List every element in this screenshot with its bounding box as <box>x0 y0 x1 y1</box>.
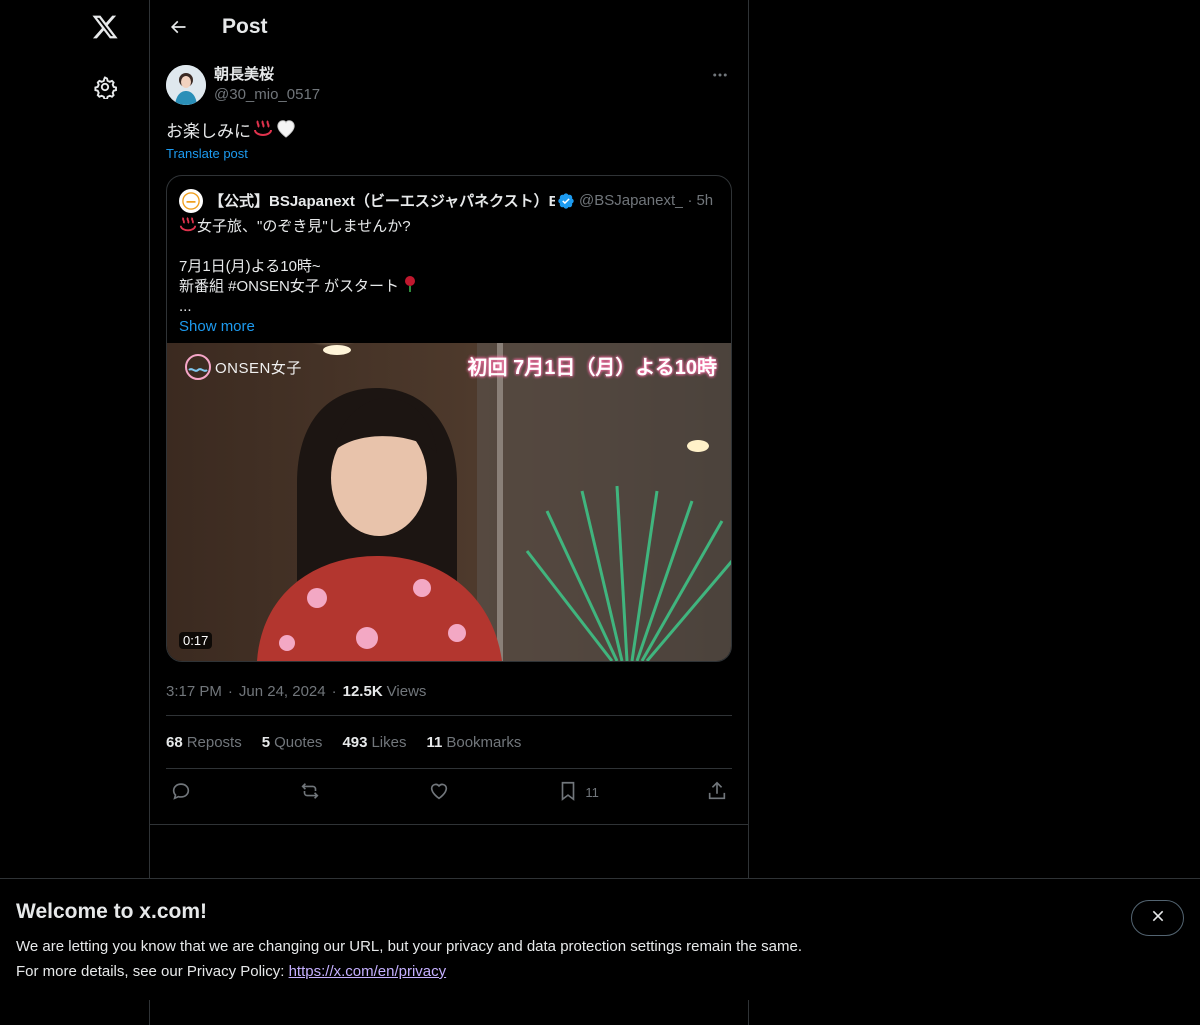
reposts-stat[interactable]: 68 Reposts <box>166 734 242 751</box>
video-duration: 0:17 <box>179 632 213 649</box>
privacy-policy-link[interactable]: https://x.com/en/privacy <box>289 963 447 980</box>
quoted-author-handle[interactable]: @BSJapanext_ <box>579 192 683 209</box>
reposts-count: 68 <box>166 733 183 751</box>
bookmark-button[interactable]: 11 <box>557 780 599 805</box>
close-banner-button[interactable] <box>1131 900 1184 936</box>
onsen-logo-text: ONSEN女子 <box>215 359 302 377</box>
author-name[interactable]: 朝長美桜 <box>214 65 320 85</box>
views-count: 12.5K <box>342 683 383 700</box>
quoted-line-3: 7月1日(月)よる10時~ <box>179 258 321 275</box>
gear-icon[interactable] <box>89 71 121 103</box>
hot-springs-icon <box>253 118 273 145</box>
share-icon <box>706 780 728 805</box>
repost-icon <box>299 780 321 805</box>
post: 朝長美桜 @30_mio_0517 お楽しみに Translate post 【… <box>150 54 748 816</box>
top-bar: Post <box>150 0 748 54</box>
quoted-line-4: 新番組 #ONSEN女子 がスタート <box>179 275 719 299</box>
likes-label: Likes <box>371 733 407 751</box>
bookmarks-stat[interactable]: 11 Bookmarks <box>427 734 522 751</box>
rose-icon <box>403 275 417 299</box>
post-time[interactable]: 3:17 PM <box>166 683 222 700</box>
quoted-line-4-text: 新番組 #ONSEN女子 がスタート <box>179 278 400 295</box>
separator-dot: · <box>687 192 693 209</box>
divider <box>150 824 749 825</box>
translate-post-link[interactable]: Translate post <box>166 146 248 161</box>
quoted-line-2 <box>179 237 719 257</box>
likes-count: 493 <box>342 733 368 751</box>
banner-privacy-line: For more details, see our Privacy Policy… <box>16 959 1184 984</box>
video-caption: 初回 7月1日（月）よる10時 <box>467 357 717 379</box>
quotes-count: 5 <box>261 733 271 751</box>
x-logo-icon[interactable] <box>89 11 121 43</box>
video-thumbnail <box>167 343 731 661</box>
likes-stat[interactable]: 493 Likes <box>342 734 406 751</box>
arrow-left-icon[interactable] <box>166 15 190 39</box>
onsen-logo: ONSEN女子 <box>183 353 302 381</box>
quoted-author-name[interactable]: 【公式】BSJapanext（ビーエスジャパネクスト）B <box>209 190 555 211</box>
banner-message: We are letting you know that we are chan… <box>16 938 802 955</box>
quoted-avatar[interactable] <box>179 188 203 213</box>
quoted-post-body: 女子旅、"のぞき見"しませんか? 7月1日(月)よる10時~ 新番組 #ONSE… <box>167 213 731 337</box>
banner-title: Welcome to x.com! <box>16 900 207 923</box>
page-title: Post <box>222 15 268 38</box>
more-horizontal-icon[interactable] <box>708 63 732 87</box>
video-player[interactable]: ONSEN女子 初回 7月1日（月）よる10時 0:17 <box>167 343 731 661</box>
post-text-main: お楽しみに <box>166 121 251 141</box>
close-icon <box>1150 908 1166 929</box>
quoted-line-1-text: 女子旅、"のぞき見"しませんか? <box>197 218 411 235</box>
bookmark-icon <box>557 780 579 805</box>
quoted-post-header: 【公式】BSJapanext（ビーエスジャパネクスト）B @BSJapanext… <box>167 176 731 213</box>
welcome-banner: Welcome to x.com! We are letting you kno… <box>0 878 1200 1000</box>
separator-dot: · <box>331 683 337 700</box>
quotes-stat[interactable]: 5 Quotes <box>262 734 323 751</box>
share-button[interactable] <box>706 780 728 805</box>
avatar[interactable] <box>166 65 206 105</box>
action-bar: 11 <box>166 769 732 816</box>
author-text: 朝長美桜 @30_mio_0517 <box>214 65 320 105</box>
bookmarks-label: Bookmarks <box>446 733 522 751</box>
views-label: Views <box>386 683 427 700</box>
bookmarks-count: 11 <box>426 733 443 751</box>
quoted-post[interactable]: 【公式】BSJapanext（ビーエスジャパネクスト）B @BSJapanext… <box>166 175 732 662</box>
post-stats: 68 Reposts 5 Quotes 493 Likes 11 Bookmarks <box>166 716 732 769</box>
like-button[interactable] <box>428 780 450 805</box>
quoted-time[interactable]: 5h <box>696 192 713 209</box>
quoted-line-5: ... <box>179 298 192 315</box>
hot-springs-icon <box>179 215 197 239</box>
quoted-line-1: 女子旅、"のぞき見"しませんか? <box>179 217 719 237</box>
quotes-label: Quotes <box>274 733 323 751</box>
bookmark-count: 11 <box>585 785 599 800</box>
left-rail <box>0 0 150 1025</box>
banner-privacy-prefix: For more details, see our Privacy Policy… <box>16 963 289 980</box>
repost-button[interactable] <box>299 780 321 805</box>
separator-dot: · <box>227 683 233 700</box>
post-text: お楽しみに <box>166 118 732 145</box>
main-column: Post 朝長美桜 @30_mio_0517 お楽しみに Translate p… <box>150 0 749 1025</box>
reposts-label: Reposts <box>186 733 242 751</box>
post-date[interactable]: Jun 24, 2024 <box>239 683 326 700</box>
post-author[interactable]: 朝長美桜 @30_mio_0517 <box>166 54 732 116</box>
reply-button[interactable] <box>170 780 192 805</box>
post-meta: 3:17 PM · Jun 24, 2024 · 12.5K Views <box>166 678 732 716</box>
heart-icon <box>428 780 450 805</box>
verified-badge-icon <box>557 192 575 210</box>
reply-icon <box>170 780 192 805</box>
show-more-link[interactable]: Show more <box>179 317 255 337</box>
author-handle[interactable]: @30_mio_0517 <box>214 85 320 105</box>
white-heart-icon <box>275 118 297 145</box>
